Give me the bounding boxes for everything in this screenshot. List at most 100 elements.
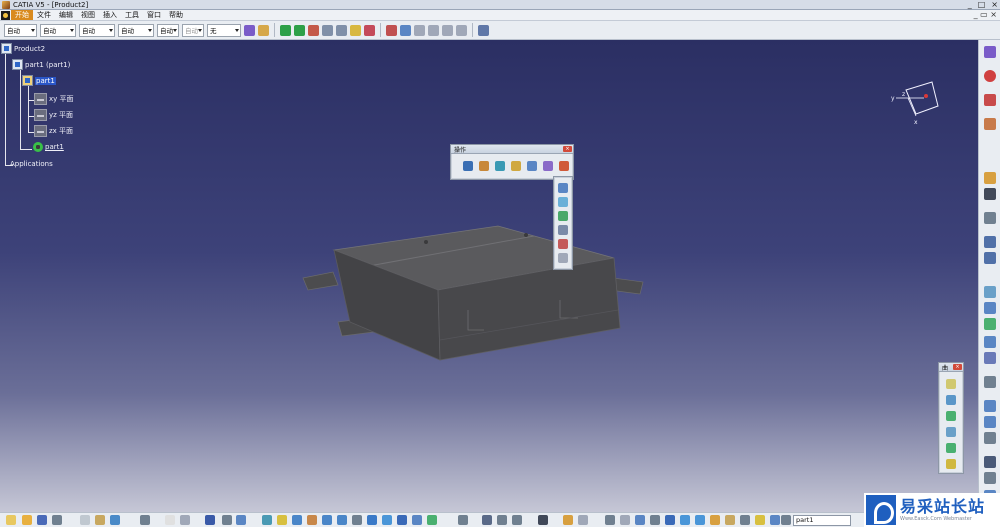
close-button[interactable]: × xyxy=(991,0,998,9)
fit-all-icon[interactable] xyxy=(277,515,287,525)
zoom-out-icon[interactable] xyxy=(337,515,347,525)
normal-view-icon[interactable] xyxy=(352,515,362,525)
split-body-icon[interactable] xyxy=(558,183,568,193)
publication-icon[interactable] xyxy=(563,515,573,525)
tree-node-part[interactable]: part1 xyxy=(22,75,56,86)
revolve-icon[interactable] xyxy=(984,302,996,314)
tree-node-product2[interactable]: Product2 xyxy=(1,43,45,54)
shading-icon[interactable] xyxy=(397,515,407,525)
cylinder-icon[interactable] xyxy=(695,515,705,525)
menu-tools[interactable]: 工具 xyxy=(121,10,143,20)
multi-view-icon[interactable] xyxy=(367,515,377,525)
cut-icon[interactable] xyxy=(80,515,90,525)
surfaces-toolbar[interactable]: 曲 × xyxy=(938,362,964,474)
point-symbol-combo[interactable]: 自动 xyxy=(182,23,204,37)
select-icon[interactable] xyxy=(984,172,996,184)
table-icon[interactable] xyxy=(665,515,675,525)
sweep-surface-icon[interactable] xyxy=(946,411,956,421)
symmetry-icon[interactable] xyxy=(558,225,568,235)
part-model[interactable] xyxy=(298,190,648,370)
translate-icon[interactable] xyxy=(559,161,569,171)
sketcher-icon[interactable] xyxy=(984,212,996,224)
axis-system-icon[interactable] xyxy=(558,253,568,263)
catalog-icon[interactable] xyxy=(205,515,215,525)
stop-manipulate-icon[interactable] xyxy=(364,24,375,36)
properties-brush-icon[interactable] xyxy=(258,24,269,36)
hide-show-icon[interactable] xyxy=(412,515,422,525)
document-window-controls[interactable]: _ ▭ × xyxy=(974,10,997,20)
filter-icon[interactable] xyxy=(781,515,791,525)
tree-node-yz-plane[interactable]: yz 平面 xyxy=(34,109,73,121)
operations-subtoolbar[interactable] xyxy=(553,176,573,270)
rotate-view-icon[interactable] xyxy=(307,515,317,525)
light-icon[interactable] xyxy=(755,515,765,525)
new-file-icon[interactable] xyxy=(6,515,16,525)
extrude-icon[interactable] xyxy=(984,286,996,298)
draft-icon[interactable] xyxy=(495,161,505,171)
line-weight-combo[interactable]: 自动 xyxy=(157,23,179,37)
close-icon[interactable]: × xyxy=(563,146,572,152)
compass-snap-icon[interactable] xyxy=(725,515,735,525)
multi-selection-icon[interactable] xyxy=(578,515,588,525)
loft-surface-icon[interactable] xyxy=(946,443,956,453)
menu-file[interactable]: 文件 xyxy=(33,10,55,20)
toolbar-titlebar[interactable]: 操作 × xyxy=(451,145,573,154)
undo-icon[interactable] xyxy=(110,515,120,525)
open-file-icon[interactable] xyxy=(22,515,32,525)
painter-icon[interactable] xyxy=(244,24,255,36)
offset-icon[interactable] xyxy=(442,24,453,36)
measure-between-icon[interactable] xyxy=(482,515,492,525)
fill-color-combo[interactable]: 自动 xyxy=(4,23,37,37)
tree-node-zx-plane[interactable]: zx 平面 xyxy=(34,125,73,137)
box-icon[interactable] xyxy=(680,515,690,525)
rotate-icon[interactable] xyxy=(558,239,568,249)
contact-icon[interactable] xyxy=(428,24,439,36)
fill-surface-icon[interactable] xyxy=(946,427,956,437)
move-icon[interactable] xyxy=(294,24,305,36)
chamfer-icon[interactable] xyxy=(479,161,489,171)
corner-icon[interactable] xyxy=(984,376,996,388)
tree-node-applications[interactable]: Applications xyxy=(10,160,53,168)
sphere-icon[interactable] xyxy=(222,515,232,525)
spline-icon[interactable] xyxy=(984,352,996,364)
join-icon[interactable] xyxy=(984,400,996,412)
fly-icon[interactable] xyxy=(635,515,645,525)
measure-inertia-icon[interactable] xyxy=(512,515,522,525)
fillet-icon[interactable] xyxy=(463,161,473,171)
paste-icon[interactable] xyxy=(95,515,105,525)
blend-surface-icon[interactable] xyxy=(946,459,956,469)
menu-insert[interactable]: 插入 xyxy=(99,10,121,20)
workbench-icon[interactable] xyxy=(984,46,996,58)
measure-item-icon[interactable] xyxy=(497,515,507,525)
sweep-icon[interactable] xyxy=(984,318,996,330)
scan-icon[interactable] xyxy=(236,515,246,525)
tree-node-part-body[interactable]: part1 xyxy=(33,142,64,152)
line-icon[interactable] xyxy=(984,236,996,248)
sketch-icon[interactable] xyxy=(984,118,996,130)
maximize-button[interactable]: □ xyxy=(978,0,986,9)
clash-icon[interactable] xyxy=(350,24,361,36)
plane-tool-icon[interactable] xyxy=(984,252,996,264)
render-icon[interactable] xyxy=(770,515,780,525)
revolve-surface-icon[interactable] xyxy=(946,395,956,405)
fly-mode-icon[interactable] xyxy=(262,515,272,525)
update-icon[interactable] xyxy=(478,24,489,36)
formula-icon[interactable] xyxy=(165,515,175,525)
zoom-in-icon[interactable] xyxy=(322,515,332,525)
3d-viewport[interactable]: Product2 part1 (part1) part1 xy 平面 yz 平面… xyxy=(0,40,978,512)
print-icon[interactable] xyxy=(52,515,62,525)
line-color-combo[interactable]: 自动 xyxy=(79,23,115,37)
menu-view[interactable]: 视图 xyxy=(77,10,99,20)
comment-icon[interactable] xyxy=(180,515,190,525)
capture-icon[interactable] xyxy=(650,515,660,525)
tree-node-xy-plane[interactable]: xy 平面 xyxy=(34,93,74,105)
measure-icon[interactable] xyxy=(984,432,996,444)
explode-icon[interactable] xyxy=(336,24,347,36)
analysis-icon[interactable] xyxy=(984,456,996,468)
swap-visible-space-icon[interactable] xyxy=(427,515,437,525)
new-body-icon[interactable] xyxy=(984,94,996,106)
circle-icon[interactable] xyxy=(984,336,996,348)
close-icon[interactable]: × xyxy=(953,364,962,370)
operations-toolbar[interactable]: 操作 × xyxy=(450,144,574,180)
command-input[interactable]: part1 xyxy=(793,515,851,526)
